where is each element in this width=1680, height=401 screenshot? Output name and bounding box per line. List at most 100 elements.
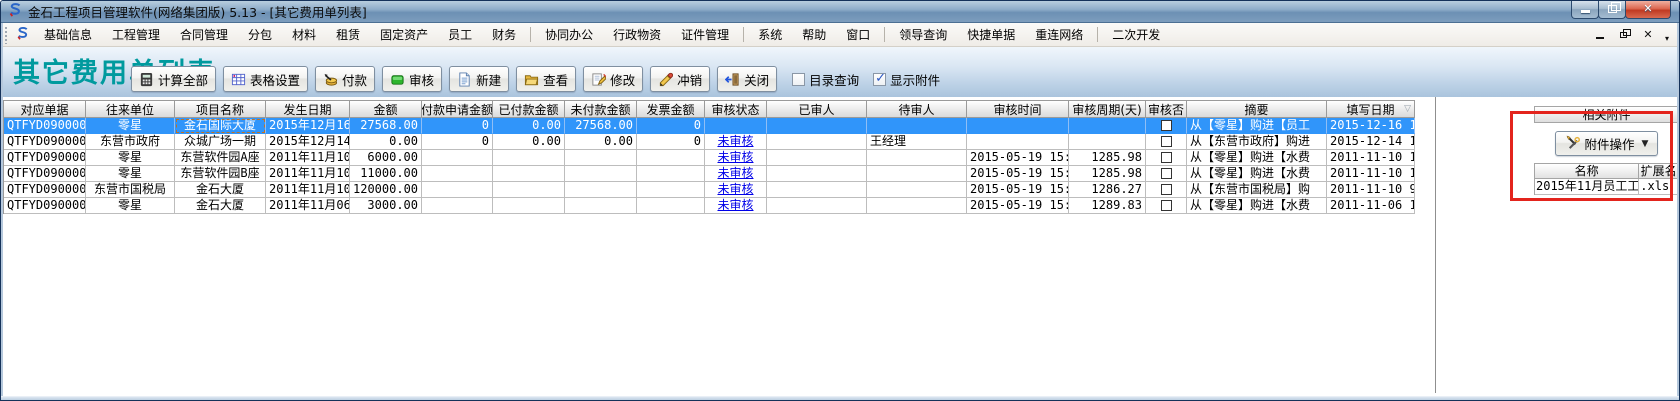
show-attachments-checkbox[interactable]: 显示附件 — [873, 70, 940, 89]
cell-status[interactable]: 未审核 — [705, 198, 767, 214]
cell-audited-by[interactable] — [767, 182, 867, 198]
cell-doc[interactable]: QTFYD090000001 — [4, 182, 86, 198]
menu-item[interactable]: 财务 — [482, 23, 526, 46]
cell-audit-cycle[interactable]: 1285.98 — [1069, 166, 1146, 182]
cell-audit-flag[interactable] — [1146, 198, 1187, 214]
mdi-close-button[interactable]: ✕ — [1641, 28, 1655, 42]
cell-invoice[interactable]: 0 — [637, 118, 705, 134]
cell-date[interactable]: 2011年11月10日 — [266, 150, 350, 166]
cell-paid[interactable] — [493, 166, 565, 182]
cell-audited-by[interactable] — [767, 134, 867, 150]
cell-audited-by[interactable] — [767, 166, 867, 182]
cell-audit-flag[interactable] — [1146, 150, 1187, 166]
cell-pending-by[interactable] — [867, 182, 967, 198]
cell-summary[interactable]: 从【东营市国税局】购 — [1187, 182, 1327, 198]
table-row[interactable]: QTFYD090000004东营市政府众城广场一期2015年12月14日0.00… — [4, 134, 1415, 150]
attachment-actions-button[interactable]: 附件操作 ▼ — [1555, 131, 1659, 156]
cell-pending-by[interactable] — [867, 198, 967, 214]
cell-date[interactable]: 2011年11月06日 — [266, 198, 350, 214]
cell-pay-request[interactable] — [422, 198, 493, 214]
cell-paid[interactable] — [493, 150, 565, 166]
cell-fill-date[interactable]: 2015-12-16 10 — [1327, 118, 1415, 134]
audit-status-link[interactable]: 未审核 — [717, 198, 753, 212]
cell-amount[interactable]: 3000.00 — [350, 198, 422, 214]
column-header-audit-flag[interactable]: 审核否 — [1146, 101, 1187, 118]
directory-query-checkbox[interactable]: 目录查询 — [792, 70, 859, 89]
column-header-summary[interactable]: 摘要 — [1187, 101, 1327, 118]
menu-item[interactable]: 快捷单据 — [957, 23, 1025, 46]
column-header-invoice[interactable]: 发票金额 — [637, 101, 705, 118]
cell-project[interactable]: 众城广场一期 — [175, 134, 266, 150]
cell-invoice[interactable] — [637, 198, 705, 214]
audit-flag-checkbox[interactable] — [1161, 120, 1172, 131]
column-header-project[interactable]: 项目名称 — [175, 101, 266, 118]
cell-audit-time[interactable]: 2015-05-19 15:49 — [967, 150, 1069, 166]
cell-amount[interactable]: 120000.00 — [350, 182, 422, 198]
cell-unpaid[interactable] — [565, 166, 637, 182]
cell-doc[interactable]: QTFYD090000004 — [4, 134, 86, 150]
cell-audit-flag[interactable] — [1146, 182, 1187, 198]
cell-audit-flag[interactable] — [1146, 166, 1187, 182]
cell-paid[interactable] — [493, 182, 565, 198]
cell-summary[interactable]: 从【零星】购进【员工 — [1187, 118, 1327, 134]
table-row[interactable]: QTFYD090000001东营市国税局金石大厦2011年11月10日12000… — [4, 182, 1415, 198]
cell-amount[interactable]: 0.00 — [350, 134, 422, 150]
cell-pay-request[interactable]: 0 — [422, 118, 493, 134]
table-row[interactable]: QTFYD090000002零星东营软件园A座2011年11月10日6000.0… — [4, 150, 1415, 166]
audit-flag-checkbox[interactable] — [1161, 152, 1172, 163]
cell-unit[interactable]: 零星 — [86, 198, 175, 214]
cell-pay-request[interactable] — [422, 150, 493, 166]
menu-item[interactable]: 租赁 — [326, 23, 370, 46]
cell-summary[interactable]: 从【零星】购进【水费 — [1187, 166, 1327, 182]
column-header-pending-by[interactable]: 待审人 — [867, 101, 967, 118]
cell-paid[interactable]: 0.00 — [493, 134, 565, 150]
close-button[interactable]: ✕ — [1625, 1, 1671, 19]
cell-doc[interactable]: QTFYD090000002 — [4, 150, 86, 166]
cell-status[interactable]: 未审核 — [705, 134, 767, 150]
cell-date[interactable]: 2015年12月14日 — [266, 134, 350, 150]
column-header-unpaid[interactable]: 未付款金额 — [565, 101, 637, 118]
audit-flag-checkbox[interactable] — [1161, 136, 1172, 147]
cell-date[interactable]: 2011年11月10日 — [266, 182, 350, 198]
cell-amount[interactable]: 27568.00 — [350, 118, 422, 134]
cell-audit-cycle[interactable]: 1285.98 — [1069, 150, 1146, 166]
minimize-button[interactable] — [1571, 1, 1599, 19]
cell-pending-by[interactable]: 王经理 — [867, 134, 967, 150]
calculator-button[interactable]: 计算全部 — [131, 66, 216, 92]
table-row[interactable]: QTFYD090000003零星东营软件园B座2011年11月10日11000.… — [4, 166, 1415, 182]
cell-invoice[interactable] — [637, 150, 705, 166]
cell-unpaid[interactable] — [565, 182, 637, 198]
attachment-ext[interactable]: .xls — [1639, 179, 1679, 195]
toolbar-grip[interactable] — [4, 26, 9, 44]
cell-fill-date[interactable]: 2011-11-06 19 — [1327, 198, 1415, 214]
cell-unpaid[interactable]: 27568.00 — [565, 118, 637, 134]
cell-doc[interactable]: QTFYD090000005 — [4, 118, 86, 134]
cell-pending-by[interactable] — [867, 150, 967, 166]
menu-item[interactable]: 领导查询 — [889, 23, 957, 46]
menu-item[interactable]: 证件管理 — [671, 23, 739, 46]
cell-audit-cycle[interactable] — [1069, 134, 1146, 150]
menu-item[interactable]: 帮助 — [792, 23, 836, 46]
column-header-date[interactable]: 发生日期 — [266, 101, 350, 118]
cell-audit-time[interactable]: 2015-05-19 15:49 — [967, 182, 1069, 198]
cell-pending-by[interactable] — [867, 118, 967, 134]
column-header-doc[interactable]: 对应单据 — [4, 101, 86, 118]
cell-audited-by[interactable] — [767, 118, 867, 134]
cell-unpaid[interactable] — [565, 198, 637, 214]
audit-flag-checkbox[interactable] — [1161, 200, 1172, 211]
cell-project[interactable]: 东营软件园A座 — [175, 150, 266, 166]
cell-unit[interactable]: 东营市政府 — [86, 134, 175, 150]
menu-item[interactable]: 重连网络 — [1025, 23, 1093, 46]
cell-summary[interactable]: 从【零星】购进【水费 — [1187, 198, 1327, 214]
cell-project[interactable]: 金石国际大厦 — [175, 118, 266, 134]
column-header-status[interactable]: 审核状态 — [705, 101, 767, 118]
menu-item[interactable]: 协同办公 — [535, 23, 603, 46]
cell-amount[interactable]: 6000.00 — [350, 150, 422, 166]
view-folder-button[interactable]: 查看 — [516, 66, 576, 92]
edit-button[interactable]: 修改 — [583, 66, 643, 92]
audit-status-link[interactable]: 未审核 — [717, 166, 753, 180]
mdi-minimize-button[interactable] — [1593, 28, 1607, 42]
cell-audit-time[interactable] — [967, 118, 1069, 134]
cell-fill-date[interactable]: 2011-11-10 16 — [1327, 150, 1415, 166]
cell-date[interactable]: 2011年11月10日 — [266, 166, 350, 182]
